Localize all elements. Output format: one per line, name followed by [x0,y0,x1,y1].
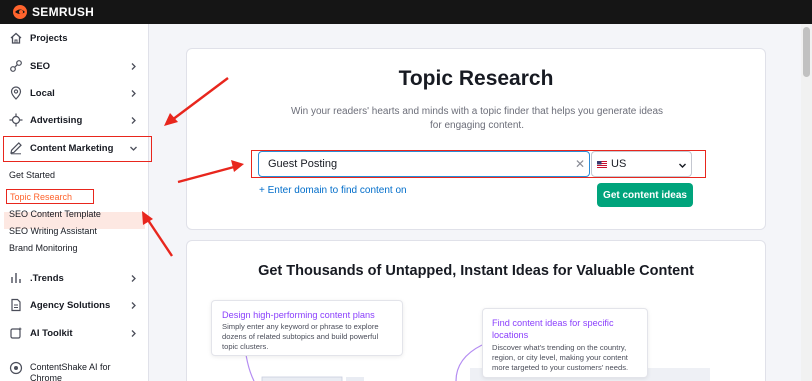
idea-card-title: Find content ideas for specific location… [492,318,614,340]
crosshair-icon [9,113,23,127]
semrush-logo[interactable]: SEMRUSH [12,4,94,20]
chevron-right-icon [131,62,136,70]
idea-card-title: Design high-performing content plans [222,310,375,320]
contentshake-icon [9,361,23,375]
bar-chart-icon [11,273,21,283]
sidebar-item-ai-toolkit[interactable]: AI Toolkit [0,320,149,346]
scrollbar-thumb[interactable] [803,27,810,77]
sidebar-item-local[interactable]: Local [0,80,149,106]
semrush-logo-icon [13,5,27,19]
page-title: Topic Research [398,67,554,90]
sidebar-item-seo[interactable]: SEO [0,53,149,79]
chevron-right-icon [131,116,136,124]
idea-card-locations: Find content ideas for specific location… [482,308,648,378]
home-icon [10,32,22,44]
ai-gear-icon [10,327,22,339]
submenu-seo-writing-assistant[interactable]: SEO Writing Assistant [9,226,97,236]
idea-card-content-plans: Design high-performing content plans Sim… [211,300,403,356]
chevron-right-icon [131,301,136,309]
sidebar-item-projects[interactable]: Projects [0,25,149,51]
annotation-box-topic-research [6,189,94,204]
location-pin-icon [10,86,22,100]
idea-card-description: Discover what's trending on the country,… [492,343,629,372]
sidebar-item-label: ContentShake AI for Chrome [30,362,111,381]
sidebar-item-label: SEO [30,60,51,72]
document-icon [11,298,21,312]
idea-card-description: Simply enter any keyword or phrase to ex… [222,322,379,351]
chevron-right-icon [131,89,136,97]
annotation-box-content-marketing [3,136,152,162]
submenu-get-started[interactable]: Get Started [9,170,55,180]
sidebar-item-label: .Trends [30,272,64,284]
chevron-right-icon [131,329,136,337]
sidebar-item-trends[interactable]: .Trends [0,265,149,291]
sidebar-item-label: Agency Solutions [30,299,111,311]
sidebar-item-label: Local [30,87,55,99]
seo-icon [10,60,22,72]
brand-name: SEMRUSH [32,5,95,19]
sidebar-item-label: Advertising [30,114,83,126]
submenu-seo-content-template[interactable]: SEO Content Template [9,209,101,219]
chevron-right-icon [131,274,136,282]
page-description: Win your readers' hearts and minds with … [290,106,664,131]
sidebar-item-contentshake[interactable]: ContentShake AI for Chrome [0,357,149,381]
submenu-brand-monitoring[interactable]: Brand Monitoring [9,243,78,253]
get-content-ideas-button[interactable]: Get content ideas [597,183,693,207]
annotation-box-search-row [251,150,706,178]
sidebar-item-label: Projects [30,32,68,44]
page-scrollbar[interactable] [801,24,812,381]
enter-domain-link[interactable]: + Enter domain to find content on [259,185,407,196]
sidebar-item-advertising[interactable]: Advertising [0,107,149,133]
sidebar-item-label: AI Toolkit [30,327,73,339]
sidebar-item-agency-solutions[interactable]: Agency Solutions [0,292,149,318]
top-bar: SEMRUSH [0,0,812,24]
